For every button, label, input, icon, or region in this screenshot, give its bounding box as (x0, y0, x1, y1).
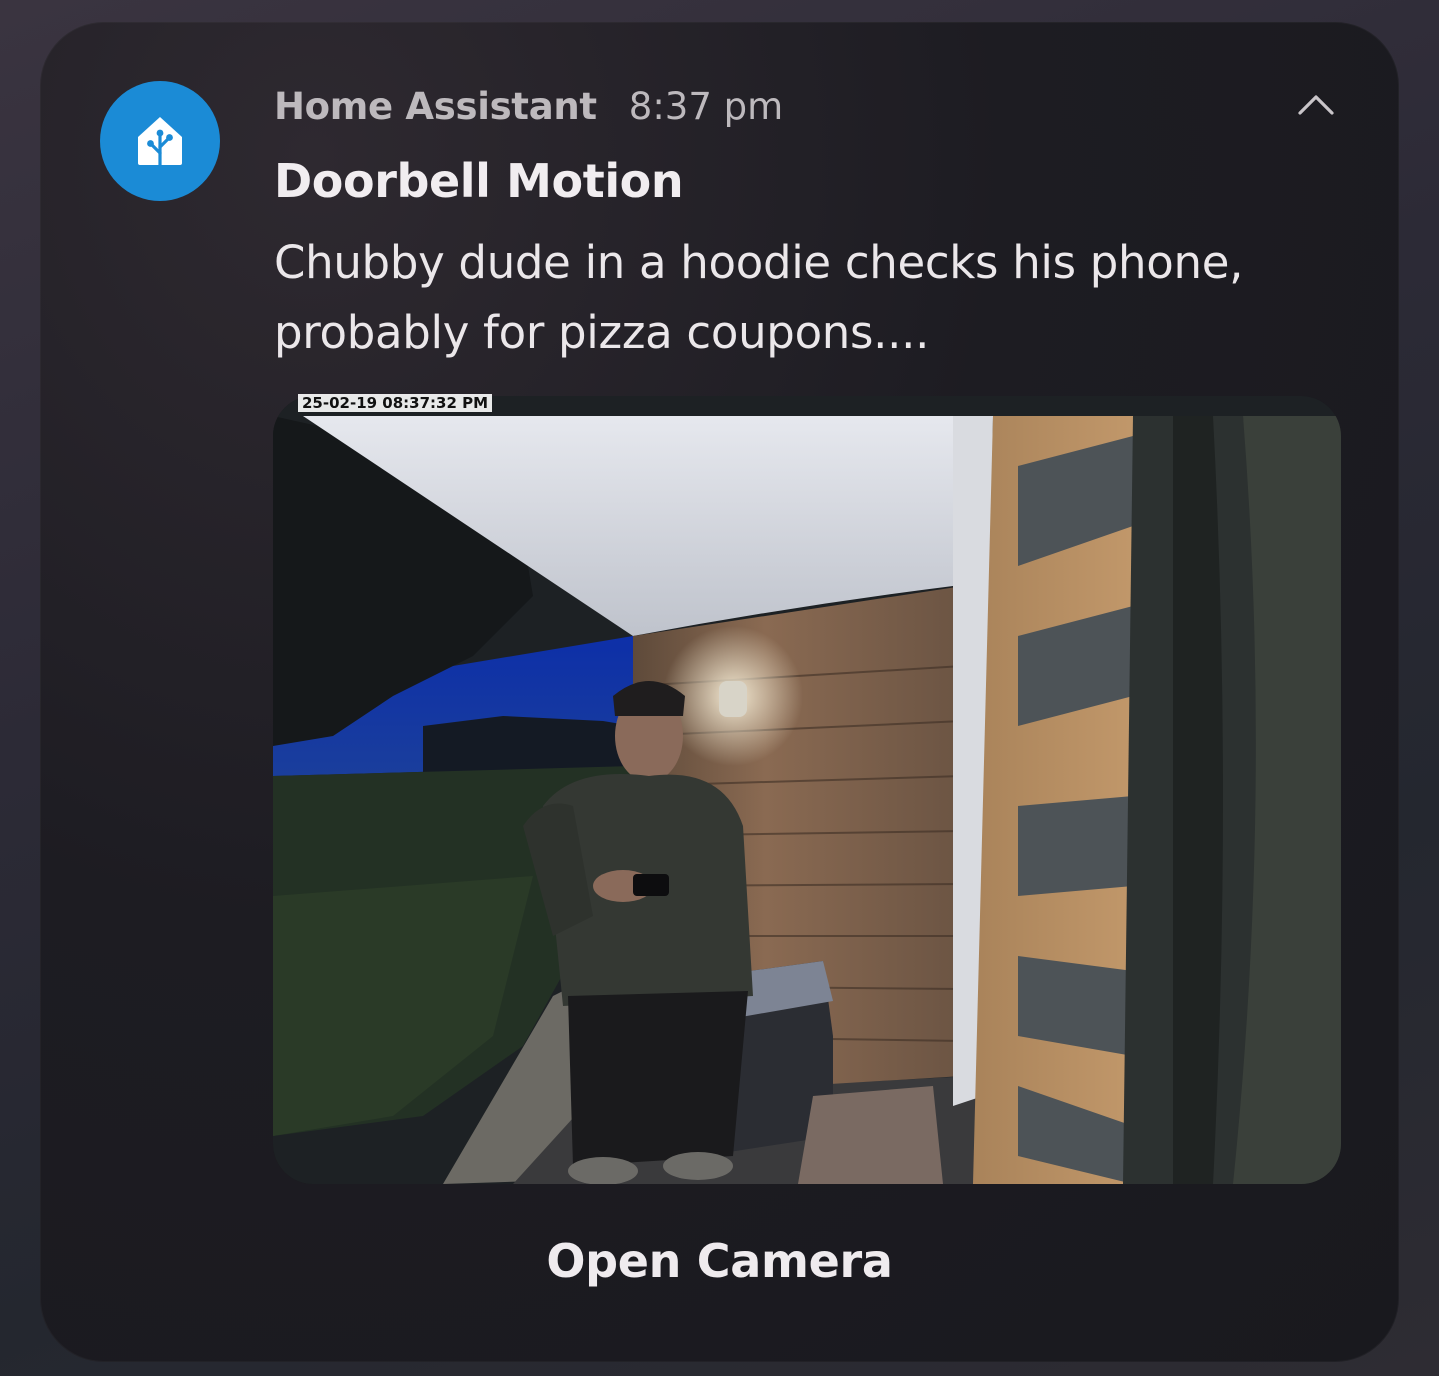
notification-header: Home Assistant 8:37 pm (274, 82, 783, 130)
camera-snapshot[interactable] (273, 396, 1341, 1184)
collapse-button[interactable] (1292, 84, 1340, 124)
home-assistant-icon (100, 81, 220, 201)
notification-card[interactable]: Home Assistant 8:37 pm Doorbell Motion C… (40, 22, 1399, 1362)
notification-time: 8:37 pm (628, 84, 784, 128)
notification-title: Doorbell Motion (274, 154, 684, 208)
open-camera-button[interactable]: Open Camera (40, 1234, 1399, 1288)
chevron-up-icon (1298, 95, 1334, 115)
app-name: Home Assistant (274, 84, 597, 128)
notification-message: Chubby dude in a hoodie checks his phone… (274, 236, 1244, 359)
snapshot-timestamp: 25-02-19 08:37:32 PM (298, 394, 493, 412)
doorbell-camera-image (273, 396, 1341, 1184)
